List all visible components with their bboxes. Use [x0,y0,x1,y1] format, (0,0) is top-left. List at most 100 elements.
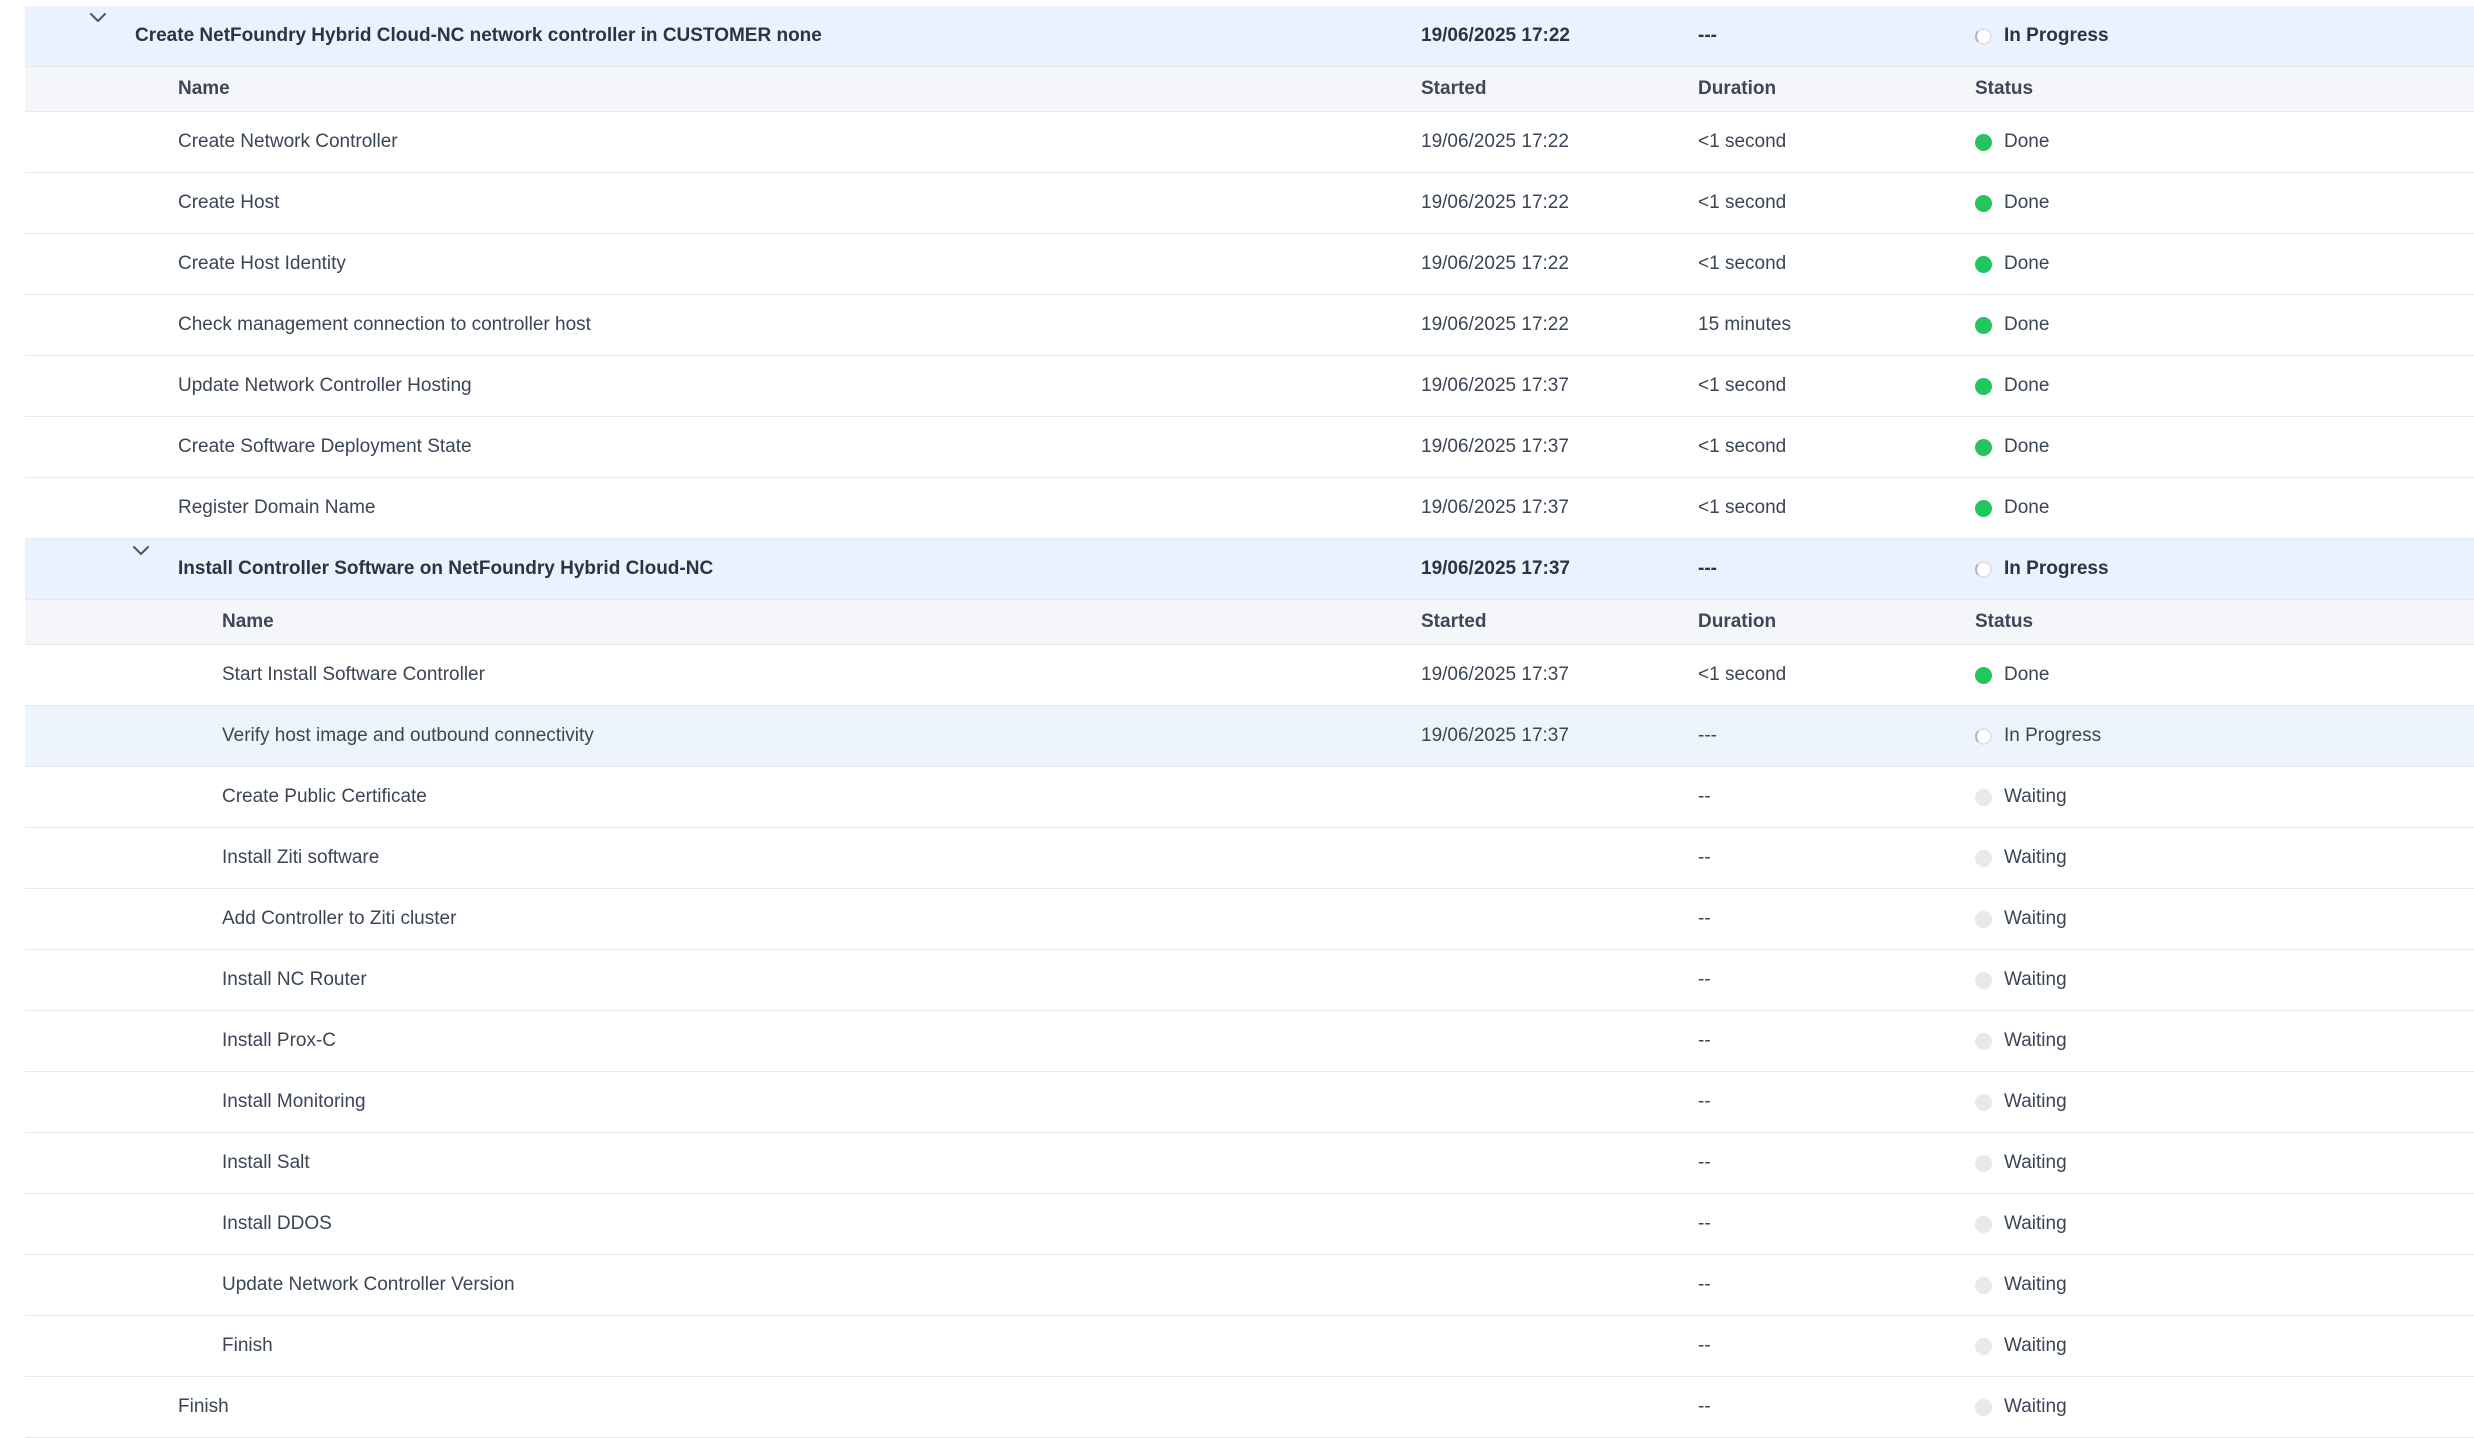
status-done-icon [1975,255,1992,273]
task-duration: -- [1698,1335,1711,1356]
task-row: Create Public Certificate -- Waiting [25,767,2474,828]
status-label: Waiting [2004,1091,2067,1112]
status-label: Waiting [2004,847,2067,868]
column-header-row: Name Started Duration Status [25,600,2474,645]
task-name: Update Network Controller Version [222,1274,515,1295]
status-label: Waiting [2004,1213,2067,1234]
column-header-duration[interactable]: Duration [1698,600,1776,644]
task-row: Add Controller to Ziti cluster -- Waiting [25,889,2474,950]
chevron-down-icon[interactable] [130,539,152,561]
status-badge: Done [1975,112,2049,172]
status-waiting-icon [1975,788,1992,806]
chevron-down-icon[interactable] [87,6,109,28]
status-label: Done [2004,192,2050,213]
task-name: Create Public Certificate [222,786,427,807]
status-label: Done [2004,664,2050,685]
task-started: 19/06/2025 17:22 [1421,253,1569,274]
task-row: Install Ziti software -- Waiting [25,828,2474,889]
column-header-row: Name Started Duration Status [25,67,2474,112]
spinner-icon [1975,27,1992,45]
task-started: 19/06/2025 17:37 [1421,664,1569,685]
task-duration: -- [1698,786,1711,807]
status-badge: Waiting [1975,1377,2067,1437]
task-name: Check management connection to controlle… [178,314,591,335]
status-waiting-icon [1975,1337,1992,1355]
task-duration: <1 second [1698,436,1787,457]
status-done-icon [1975,133,1992,151]
status-waiting-icon [1975,1215,1992,1233]
status-badge: Waiting [1975,1255,2067,1315]
task-progress-table: Create NetFoundry Hybrid Cloud-NC networ… [25,6,2474,1438]
task-duration: -- [1698,1030,1711,1051]
status-waiting-icon [1975,971,1992,989]
status-waiting-icon [1975,1093,1992,1111]
status-label: Waiting [2004,1152,2067,1173]
column-header-started[interactable]: Started [1421,67,1486,111]
task-row: Start Install Software Controller 19/06/2… [25,645,2474,706]
status-label: Waiting [2004,1335,2067,1356]
task-started: 19/06/2025 17:22 [1421,131,1569,152]
status-badge: Waiting [1975,828,2067,888]
spinner-icon [1975,560,1992,578]
status-badge: Done [1975,173,2049,233]
status-label: Waiting [2004,786,2067,807]
task-row: Install NC Router -- Waiting [25,950,2474,1011]
column-header-status[interactable]: Status [1975,600,2033,644]
task-row: Verify host image and outbound connectiv… [25,706,2474,767]
status-badge: Waiting [1975,950,2067,1010]
column-header-name[interactable]: Name [178,67,230,111]
status-label: Waiting [2004,1274,2067,1295]
status-badge: Waiting [1975,1316,2067,1376]
task-name: Update Network Controller Hosting [178,375,472,396]
status-badge: In Progress [1975,6,2109,66]
status-waiting-icon [1975,1032,1992,1050]
task-duration: -- [1698,1152,1711,1173]
task-name: Create Host [178,192,280,213]
status-badge: Waiting [1975,767,2067,827]
task-row: Create Software Deployment State 19/06/20… [25,417,2474,478]
task-duration: -- [1698,1213,1711,1234]
task-duration: <1 second [1698,131,1787,152]
task-started: 19/06/2025 17:37 [1421,558,1570,579]
task-group-name: Create NetFoundry Hybrid Cloud-NC networ… [135,25,822,46]
status-label: Done [2004,314,2050,335]
task-duration: --- [1698,25,1717,46]
task-name: Finish [222,1335,273,1356]
column-header-duration[interactable]: Duration [1698,67,1776,111]
status-done-icon [1975,666,1992,684]
status-badge: Waiting [1975,1072,2067,1132]
status-done-icon [1975,438,1992,456]
status-label: In Progress [2004,558,2109,579]
column-header-status[interactable]: Status [1975,67,2033,111]
status-label: Waiting [2004,969,2067,990]
status-label: In Progress [2004,25,2109,46]
column-header-started[interactable]: Started [1421,600,1486,644]
status-label: Done [2004,375,2050,396]
task-row: Check management connection to controlle… [25,295,2474,356]
column-header-name[interactable]: Name [222,600,274,644]
status-label: Done [2004,253,2050,274]
status-waiting-icon [1975,1154,1992,1172]
task-name: Create Network Controller [178,131,398,152]
task-duration: --- [1698,725,1717,746]
status-label: Done [2004,436,2050,457]
task-duration: 15 minutes [1698,314,1791,335]
task-row: Install Prox-C -- Waiting [25,1011,2474,1072]
task-row: Create Host 19/06/2025 17:22 <1 second Done [25,173,2474,234]
status-label: In Progress [2004,725,2102,746]
task-name: Install Salt [222,1152,310,1173]
task-started: 19/06/2025 17:22 [1421,314,1569,335]
task-started: 19/06/2025 17:37 [1421,436,1569,457]
status-badge: In Progress [1975,539,2109,599]
task-started: 19/06/2025 17:37 [1421,497,1569,518]
task-name: Verify host image and outbound connectiv… [222,725,594,746]
task-row: Finish -- Waiting [25,1316,2474,1377]
task-row: Update Network Controller Version -- Waiti… [25,1255,2474,1316]
task-name: Finish [178,1396,229,1417]
task-name: Create Host Identity [178,253,346,274]
task-duration: --- [1698,558,1717,579]
task-row: Install Salt -- Waiting [25,1133,2474,1194]
task-name: Install Monitoring [222,1091,366,1112]
task-group-row[interactable]: Create NetFoundry Hybrid Cloud-NC networ… [25,6,2474,67]
task-group-row[interactable]: Install Controller Software on NetFoundr… [25,539,2474,600]
